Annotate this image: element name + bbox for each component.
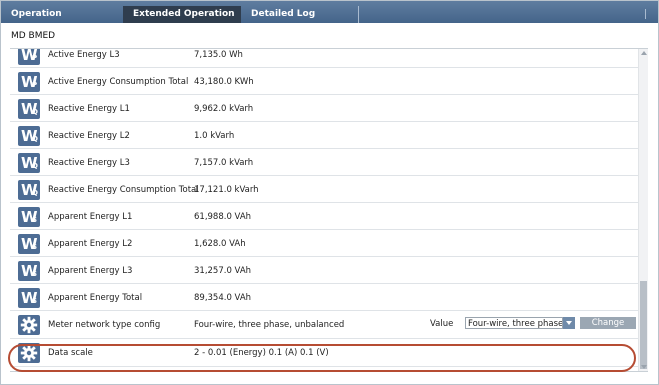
datapoint-list: WP Active Energy L3 7,135.0 Wh WP Active… [10,48,648,372]
network-type-select[interactable]: Four-wire, three phase, u [465,317,563,329]
main-window: Operation Extended Operation Detailed Lo… [0,0,659,385]
item-value: 1.0 kVarh [194,131,235,141]
value-label: Value [430,319,454,329]
scale-row[interactable]: Data scale 2 - 0.01 (Energy) 0.1 (A) 0.1… [10,339,638,367]
item-label: Active Energy Consumption Total [48,77,189,87]
item-value: 7,157.0 kVarh [194,158,254,168]
change-button[interactable]: Change [580,317,636,329]
energy-icon: WS [18,207,40,227]
energy-icon: WQ [18,180,40,200]
scroll-up-icon[interactable] [641,51,647,55]
energy-icon: WS [18,234,40,254]
item-value: Four-wire, three phase, unbalanced [194,320,345,330]
list-item[interactable]: WQ Reactive Energy L3 7,157.0 kVarh [10,149,638,176]
energy-icon: WQ [18,153,40,173]
list-item[interactable]: WQ Reactive Energy L1 9,962.0 kVarh [10,95,638,122]
list-item[interactable]: WS Apparent Energy Total 89,354.0 VAh [10,284,638,311]
list-item[interactable]: WQ Reactive Energy Consumption Total 17,… [10,176,638,203]
gear-icon [18,343,40,363]
datapoint-rows: WP Active Energy L3 7,135.0 Wh WP Active… [10,49,638,367]
energy-icon: WS [18,288,40,308]
vertical-scrollbar[interactable] [638,49,648,371]
item-value: 89,354.0 VAh [194,293,252,303]
energy-icon: WQ [18,99,40,119]
energy-icon: WQ [18,126,40,146]
tab-operation[interactable]: Operation [1,6,123,23]
scroll-down-icon[interactable] [641,365,647,369]
item-label: Reactive Energy L2 [48,131,130,141]
item-label: Meter network type config [48,320,161,330]
device-title: MD BMED [11,31,56,41]
item-label: Apparent Energy L1 [48,212,133,222]
item-value: 31,257.0 VAh [194,266,252,276]
item-value: 43,180.0 KWh [194,77,254,87]
item-value: 7,135.0 Wh [194,50,243,60]
scroll-thumb[interactable] [640,281,647,369]
item-label: Apparent Energy L3 [48,266,133,276]
chevron-down-icon[interactable] [563,317,575,329]
energy-icon: WP [18,72,40,92]
gear-icon [18,315,40,335]
tab-bar: Operation Extended Operation Detailed Lo… [1,1,658,23]
item-label: Reactive Energy L3 [48,158,130,168]
item-label: Active Energy L3 [48,50,120,60]
item-label: Apparent Energy Total [48,293,143,303]
item-value: 2 - 0.01 (Energy) 0.1 (A) 0.1 (V) [194,348,329,358]
energy-icon: WS [18,261,40,281]
tab-detailed-log[interactable]: Detailed Log [241,6,359,23]
config-row[interactable]: Meter network type config Four-wire, thr… [10,311,638,339]
list-item[interactable]: WP Active Energy Consumption Total 43,18… [10,68,638,95]
item-value: 61,988.0 VAh [194,212,252,222]
energy-icon: WP [18,49,40,65]
item-value: 1,628.0 VAh [194,239,246,249]
tab-extended-operation[interactable]: Extended Operation [123,6,241,23]
item-label: Data scale [48,348,93,358]
item-label: Apparent Energy L2 [48,239,133,249]
list-item[interactable]: WS Apparent Energy L3 31,257.0 VAh [10,257,638,284]
item-label: Reactive Energy Consumption Total [48,185,199,195]
list-item[interactable]: WS Apparent Energy L1 61,988.0 VAh [10,203,638,230]
list-item[interactable]: WQ Reactive Energy L2 1.0 kVarh [10,122,638,149]
item-label: Reactive Energy L1 [48,104,130,114]
list-item[interactable]: WS Apparent Energy L2 1,628.0 VAh [10,230,638,257]
item-value: 17,121.0 kVarh [194,185,259,195]
item-value: 9,962.0 kVarh [194,104,254,114]
tab-bar-divider [645,9,646,19]
list-item[interactable]: WP Active Energy L3 7,135.0 Wh [10,49,638,68]
